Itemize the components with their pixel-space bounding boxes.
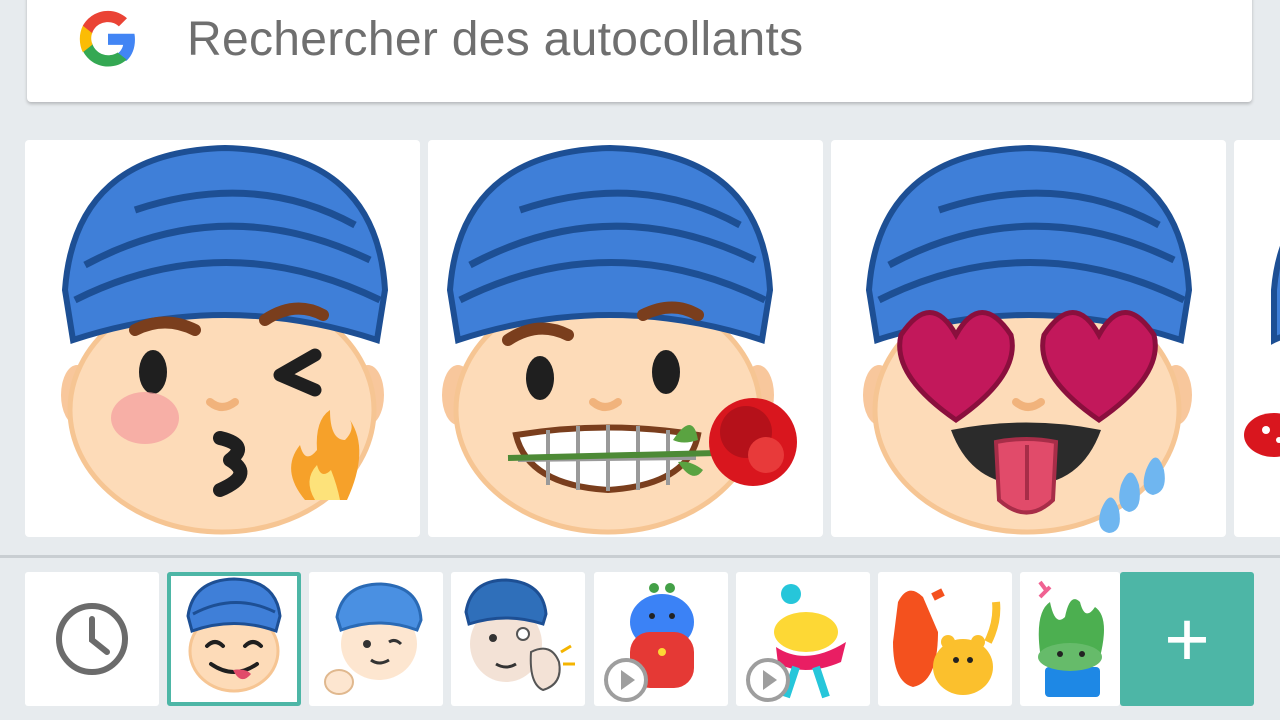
pack-bears[interactable] xyxy=(878,572,1012,706)
sticker-pack-tray: + xyxy=(0,572,1280,708)
google-g-icon xyxy=(75,6,141,72)
add-sticker-pack-button[interactable]: + xyxy=(1120,572,1254,706)
sticker-grid xyxy=(0,140,1280,537)
sticker-heart-eyes-tongue[interactable] xyxy=(831,140,1226,537)
sticker-partial-lips[interactable] xyxy=(1234,140,1280,537)
pack-turban-ok[interactable] xyxy=(451,572,585,706)
recent-clock-icon[interactable] xyxy=(25,572,159,706)
pack-plant[interactable] xyxy=(1020,572,1120,706)
search-input[interactable]: Rechercher des autocollants xyxy=(187,12,803,68)
divider xyxy=(0,555,1280,558)
sticker-kiss-wink-fire[interactable] xyxy=(25,140,420,537)
sticker-rose-grin[interactable] xyxy=(428,140,823,537)
pack-turban-emoji[interactable] xyxy=(167,572,301,706)
search-bar[interactable]: Rechercher des autocollants xyxy=(27,0,1252,102)
pack-turban-wink[interactable] xyxy=(309,572,443,706)
plus-icon: + xyxy=(1164,595,1210,683)
pack-blue-monster-animated[interactable] xyxy=(594,572,728,706)
pack-dancer-animated[interactable] xyxy=(736,572,870,706)
